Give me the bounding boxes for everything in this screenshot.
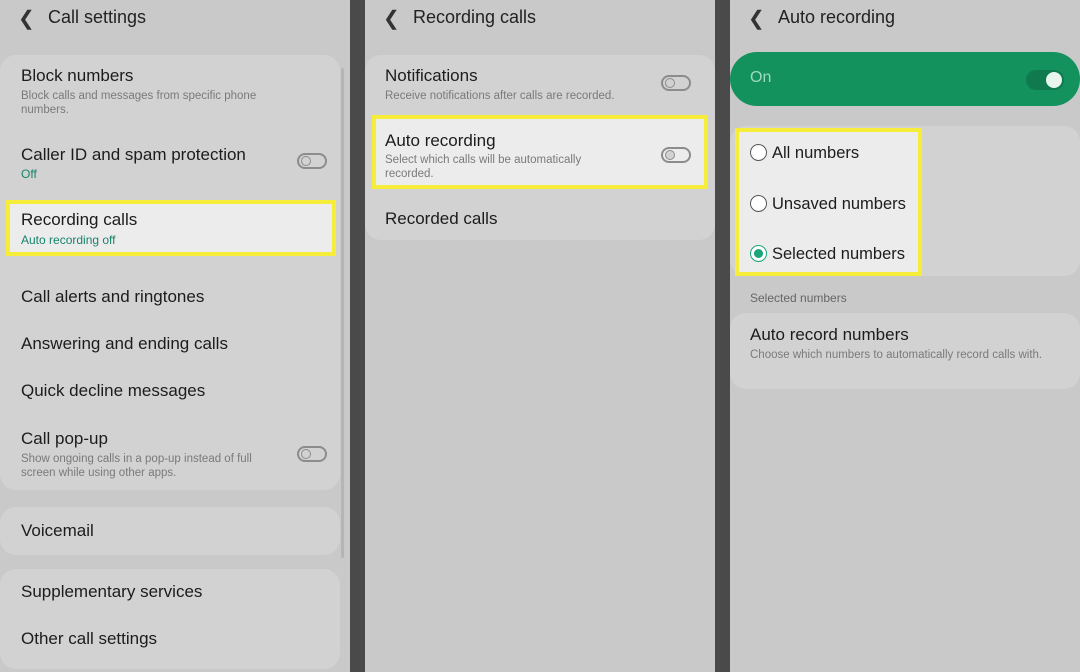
setting-subtitle: Block calls and messages from specific p… xyxy=(21,90,257,116)
setting-title: Recording calls xyxy=(21,210,138,229)
header: ❮ Auto recording xyxy=(730,0,1080,52)
setting-title: Call pop-up xyxy=(21,429,108,448)
setting-auto-recording[interactable]: Auto recording Select which calls will b… xyxy=(372,115,708,189)
header: ❮ Recording calls xyxy=(365,0,715,52)
setting-recorded-calls[interactable]: Recorded calls xyxy=(385,209,497,229)
setting-voicemail[interactable]: Voicemail xyxy=(21,521,94,541)
caller-id-toggle[interactable] xyxy=(297,153,327,169)
back-arrow-icon[interactable]: ❮ xyxy=(18,6,35,31)
call-settings-screen: ❮ Call settings Block numbers Block call… xyxy=(0,0,350,672)
setting-title: Caller ID and spam protection xyxy=(21,145,246,164)
back-arrow-icon[interactable]: ❮ xyxy=(748,6,765,31)
option-label: Unsaved numbers xyxy=(772,195,906,213)
setting-subtitle: Choose which numbers to automatically re… xyxy=(750,349,1043,361)
option-label: Selected numbers xyxy=(772,245,905,263)
setting-title: Block numbers xyxy=(21,66,134,85)
setting-call-alerts[interactable]: Call alerts and ringtones xyxy=(21,287,204,307)
setting-answering-ending[interactable]: Answering and ending calls xyxy=(21,334,228,354)
setting-quick-decline[interactable]: Quick decline messages xyxy=(21,381,205,401)
back-arrow-icon[interactable]: ❮ xyxy=(383,6,400,31)
master-switch-label: On xyxy=(750,69,772,86)
setting-other-call-settings[interactable]: Other call settings xyxy=(21,629,157,649)
radio-button[interactable] xyxy=(750,245,767,262)
setting-subtitle: Show ongoing calls in a pop-up instead o… xyxy=(21,453,252,479)
page-title: Call settings xyxy=(48,7,147,27)
master-toggle[interactable] xyxy=(1026,70,1064,90)
toggle-knob xyxy=(1046,72,1062,88)
setting-title: Auto recording xyxy=(385,131,496,150)
page-title: Auto recording xyxy=(778,7,896,27)
setting-status: Auto recording off xyxy=(21,233,116,247)
recording-calls-screen: ❮ Recording calls Notifications Receive … xyxy=(365,0,715,672)
settings-card xyxy=(0,55,340,490)
option-label: All numbers xyxy=(772,144,860,162)
setting-recording-calls[interactable]: Recording calls Auto recording off xyxy=(6,200,336,256)
setting-status: Off xyxy=(21,167,37,181)
master-switch-bar[interactable]: On xyxy=(730,52,1080,106)
setting-subtitle: Receive notifications after calls are re… xyxy=(385,90,615,102)
auto-recording-screen: ❮ Auto recording On All numbers Unsaved … xyxy=(730,0,1080,672)
auto-recording-toggle[interactable] xyxy=(661,147,691,163)
setting-subtitle: Select which calls will be automatically… xyxy=(385,154,582,180)
setting-supplementary-services[interactable]: Supplementary services xyxy=(21,582,202,602)
radio-button[interactable] xyxy=(750,195,767,212)
radio-button[interactable] xyxy=(750,144,767,161)
setting-title: Auto record numbers xyxy=(750,325,909,344)
call-popup-toggle[interactable] xyxy=(297,446,327,462)
page-title: Recording calls xyxy=(413,7,537,27)
auto-record-numbers-card[interactable]: Auto record numbers Choose which numbers… xyxy=(730,313,1080,389)
recording-options-group: All numbers Unsaved numbers Selected num… xyxy=(735,128,922,276)
section-label: Selected numbers xyxy=(750,291,847,305)
setting-title: Notifications xyxy=(385,66,478,85)
notifications-toggle[interactable] xyxy=(661,75,691,91)
header: ❮ Call settings xyxy=(0,0,350,52)
scrollbar[interactable] xyxy=(341,68,344,558)
